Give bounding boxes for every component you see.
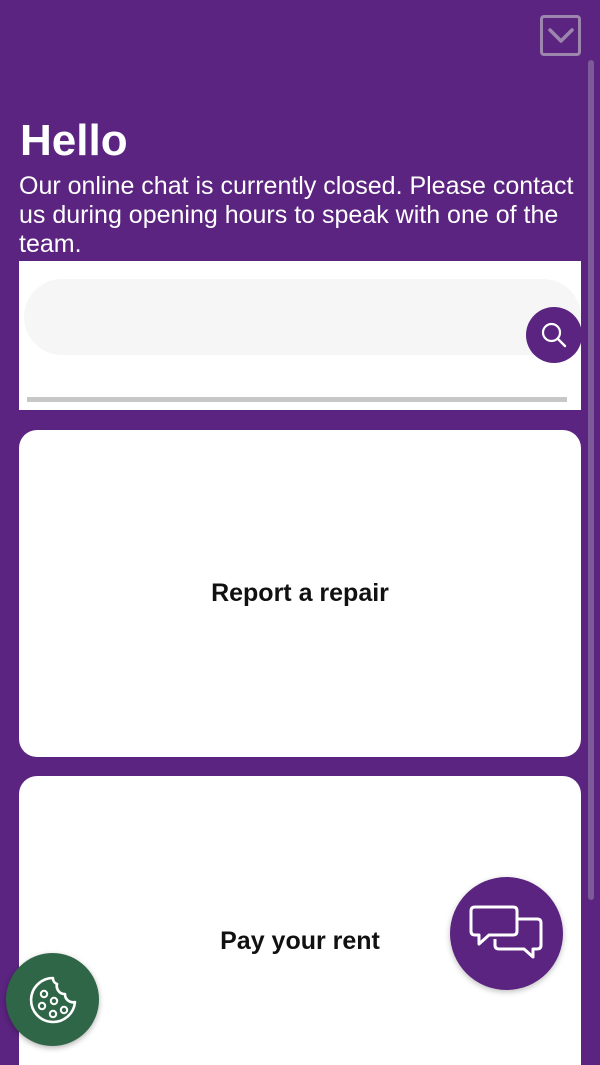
chat-widget: Hello Our online chat is currently close…	[0, 0, 600, 1065]
cookie-icon	[29, 976, 76, 1023]
report-repair-card[interactable]: Report a repair	[19, 430, 581, 757]
chat-bubbles-icon	[469, 905, 542, 958]
chevron-down-icon	[547, 27, 574, 43]
scrollbar-thumb[interactable]	[588, 60, 594, 900]
search-button[interactable]	[526, 307, 582, 363]
search-bar	[24, 279, 582, 363]
collapse-button[interactable]	[540, 15, 581, 56]
greeting-title: Hello	[20, 116, 128, 165]
search-panel	[19, 261, 582, 410]
cookie-settings-button[interactable]	[6, 953, 99, 1046]
open-chat-button[interactable]	[450, 877, 563, 990]
search-input[interactable]	[44, 293, 518, 343]
chat-closed-message: Our online chat is currently closed. Ple…	[19, 172, 574, 258]
report-repair-label: Report a repair	[211, 579, 389, 607]
pay-rent-label: Pay your rent	[220, 926, 380, 955]
search-results-divider	[27, 397, 567, 402]
search-icon	[541, 322, 567, 348]
